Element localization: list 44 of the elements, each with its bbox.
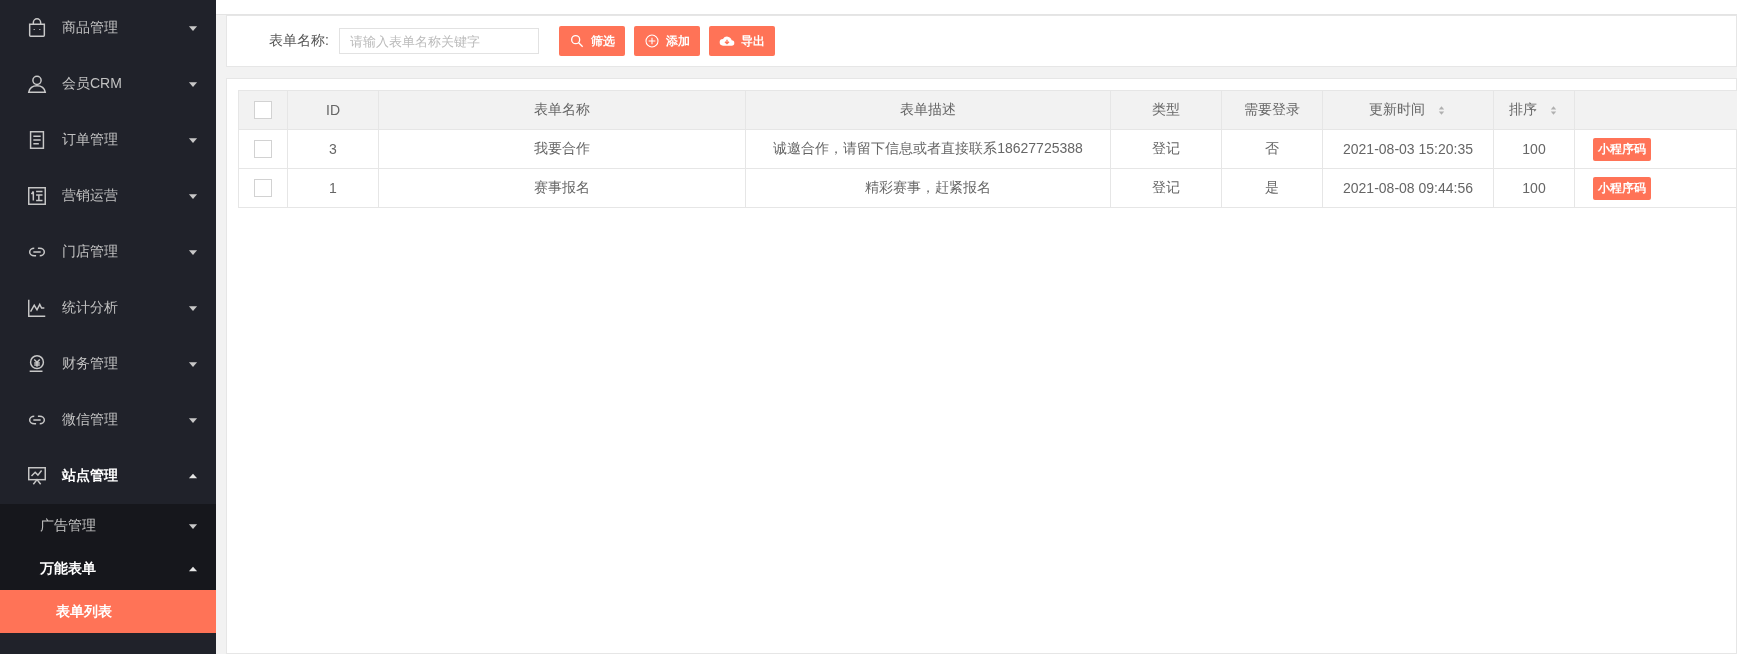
table-cell: 3 [329,141,337,157]
menu-item[interactable]: 营销运营 [0,168,216,224]
column-header: 需要登录 [1244,101,1300,119]
table-cell: 登记 [1152,140,1180,156]
column-header: 表单描述 [900,101,956,119]
line-chart-icon [26,297,48,319]
menu-item[interactable]: 财务管理 [0,336,216,392]
plus-circle-icon [643,33,660,49]
field-label: 表单名称: [269,32,329,50]
table-cell: 100 [1522,180,1546,196]
menu-item[interactable]: 微信管理 [0,392,216,448]
table-cell: 我要合作 [534,140,590,156]
table-cell: 登记 [1152,179,1180,195]
column-header: ID [326,102,340,118]
checkbox[interactable] [254,140,272,159]
checkbox[interactable] [254,101,272,120]
table-cell: 100 [1522,141,1546,157]
search-icon [568,33,585,49]
table-cell: 2021-08-03 15:20:35 [1343,141,1473,157]
search-field[interactable]: 请输入表单名称关键字 [338,28,539,54]
table-cell: 否 [1265,140,1279,156]
menu-item[interactable]: 会员CRM [0,56,216,112]
table-cell: 2021-08-08 09:44:56 [1343,180,1473,196]
menu-item[interactable]: 站点管理 [0,448,216,504]
menu-item[interactable]: 门店管理 [0,224,216,280]
table-cell: 是 [1265,179,1279,195]
column-header: 表单名称 [534,101,590,119]
table-cell: 诚邀合作，请留下信息或者直接联系18627725388 [773,140,1083,156]
table-cell: 赛事报名 [534,179,590,195]
menu-item[interactable]: 订单管理 [0,112,216,168]
promo-tag-icon [26,185,48,207]
presentation-board-icon [26,465,48,487]
shopping-bag-icon [26,17,48,39]
column-header: 更新时间 [1368,101,1425,119]
table-cell: 1 [329,180,337,196]
column-header: 类型 [1152,101,1180,119]
menu-item[interactable]: 商品管理 [0,0,216,56]
table-cell: 精彩赛事，赶紧报名 [865,179,991,195]
column-header: 排序 [1508,101,1537,119]
menu-item[interactable]: 万能表单 [0,547,216,590]
person-icon [26,73,48,95]
menu-item[interactable]: 广告管理 [0,504,216,547]
menu-item[interactable]: 统计分析 [0,280,216,336]
checkbox[interactable] [254,179,272,198]
